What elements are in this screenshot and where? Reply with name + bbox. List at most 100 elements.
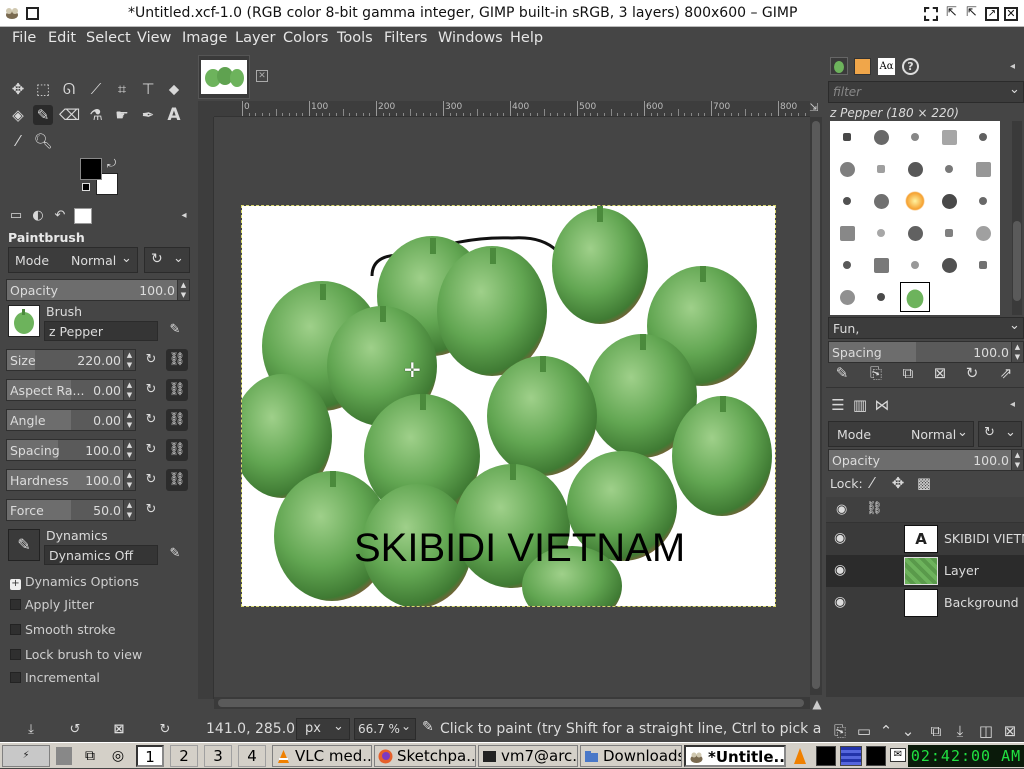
brush-tag-field[interactable]: Fun, ⌄ [828,317,1024,339]
brush-spacing-slider[interactable]: Spacing 100.0 ▲ ▼ [828,341,1024,363]
shade-window-icon[interactable]: ⇱ [966,6,980,20]
brush-cell[interactable] [932,217,966,249]
dynamics-preview[interactable]: ✎ [8,529,40,561]
channels-tab-icon[interactable]: ▥ [850,395,870,415]
layers-tab-icon[interactable]: ☰ [828,395,848,415]
close-window-icon[interactable]: ✕ [1004,7,1018,21]
link-spacing-icon[interactable]: ⛓ [166,439,188,461]
brush-cell[interactable] [966,217,1000,249]
task-downloads[interactable]: Downloads [580,745,682,767]
smooth-stroke-checkbox[interactable]: Smooth stroke [10,622,116,637]
restore-window-icon[interactable]: ⇱ [946,6,960,20]
layer-row-text[interactable]: ◉ A SKIBIDI VIETNA [826,523,1024,555]
brush-cell[interactable] [966,121,1000,153]
spin-icon[interactable]: ▲ ▼ [123,500,135,520]
spin-icon[interactable]: ▲ ▼ [1011,342,1023,362]
spin-icon[interactable]: ▲ ▼ [123,350,135,370]
maximize-window-icon[interactable] [924,7,938,21]
panel-separator[interactable] [826,387,1024,391]
brush-cell[interactable] [932,153,966,185]
lasso-tool-icon[interactable]: ᘏ [59,79,79,99]
tool-options-tab-icon[interactable]: ▭ [6,206,26,226]
window-menu-icon[interactable] [26,7,39,20]
image-tab[interactable] [198,55,250,99]
brush-cell[interactable] [830,185,864,217]
brush-grid[interactable] [830,121,1000,315]
mode-dropdown[interactable]: Mode Normal ⌄ [8,247,138,273]
task-sketchpad[interactable]: Sketchpa... [374,745,476,767]
edit-brush-icon[interactable]: ✎ [832,363,852,383]
rect-select-tool-icon[interactable]: ⬚ [33,79,53,99]
images-tab-icon[interactable] [74,208,92,224]
menu-tools[interactable]: Tools [337,30,373,46]
brush-filter-input[interactable]: filter ⌄ [828,81,1024,103]
brush-grid-scrollbar-thumb[interactable] [1013,221,1021,301]
brush-cell[interactable] [898,249,932,281]
bucket-fill-tool-icon[interactable]: ◈ [8,105,28,125]
brush-cell[interactable] [966,185,1000,217]
delete-tool-preset-icon[interactable]: ⊠ [108,719,130,741]
text-tool-icon[interactable]: A [164,105,184,125]
menu-edit[interactable]: Edit [48,30,76,46]
layer-row-layer[interactable]: ◉ Layer [826,555,1024,587]
color-picker-tool-icon[interactable]: ⁄ [8,131,28,151]
quick-mask-icon[interactable]: ▲ [810,697,824,711]
spin-icon[interactable]: ▲ ▼ [177,280,189,300]
brush-cell[interactable] [932,249,966,281]
paintbrush-tool-icon[interactable]: ✎ [33,105,53,125]
lock-alpha-icon[interactable]: ▩ [914,473,934,493]
eye-icon[interactable]: ◉ [834,530,846,546]
reset-hardness-icon[interactable]: ↻ [140,469,162,491]
apply-jitter-checkbox[interactable]: Apply Jitter [10,597,94,612]
lock-pixels-icon[interactable]: ⁄ [862,473,882,493]
brushes-tab-icon[interactable] [830,57,848,75]
image-canvas[interactable]: SKIBIDI VIETNAM ✛ [241,205,776,607]
new-layer-group-icon[interactable]: ▭ [854,721,874,741]
edit-dynamics-icon[interactable]: ✎ [164,543,186,565]
unit-dropdown[interactable]: px ⌄ [296,718,350,740]
brush-cell[interactable] [830,153,864,185]
link-angle-icon[interactable]: ⛓ [166,409,188,431]
delete-layer-icon[interactable]: ⊠ [1000,721,1020,741]
reset-tool-options-icon[interactable]: ↻ [154,719,176,741]
warp-tool-icon[interactable]: ⬥ [164,79,184,99]
paths-tool-icon[interactable]: ✒ [138,105,158,125]
foreground-color-swatch[interactable] [80,158,102,180]
refresh-brushes-icon[interactable]: ↻ [962,363,982,383]
menu-image[interactable]: Image [182,30,227,46]
vertical-scrollbar[interactable] [810,117,822,695]
hardness-slider[interactable]: Hardness 100.0 ▲ ▼ [6,469,136,491]
start-menu-icon[interactable]: ⚡ [2,745,50,767]
brush-cell[interactable] [898,281,932,313]
workspace-4[interactable]: 4 [238,745,266,767]
reset-size-icon[interactable]: ↻ [140,349,162,371]
patterns-tab-icon[interactable] [854,58,871,75]
duplicate-brush-icon[interactable]: ⧉ [898,363,918,383]
eye-icon[interactable]: ◉ [834,594,846,610]
reset-angle-icon[interactable]: ↻ [140,409,162,431]
undo-history-tab-icon[interactable]: ↶ [50,206,70,226]
task-gimp[interactable]: *Untitle... [684,745,786,767]
dynamics-field[interactable]: Dynamics Off [44,545,158,565]
brush-cell[interactable] [830,121,864,153]
fuzzy-select-tool-icon[interactable]: ⟋ [86,79,106,99]
clock[interactable]: 02:42:00 AM [908,745,1024,767]
brush-cell[interactable] [966,153,1000,185]
brush-preview[interactable] [8,305,40,337]
reset-spacing-icon[interactable]: ↻ [140,439,162,461]
show-desktop-icon[interactable] [56,747,72,765]
resize-window-icon[interactable]: ↗ [985,7,999,21]
menu-filters[interactable]: Filters [384,30,427,46]
eye-icon[interactable]: ◉ [834,562,846,578]
eraser-tool-icon[interactable]: ⌫ [59,105,80,125]
menu-select[interactable]: Select [86,30,131,46]
unified-transform-tool-icon[interactable]: ⊤ [138,79,158,99]
menu-file[interactable]: File [12,30,36,46]
spin-icon[interactable]: ▲ ▼ [123,410,135,430]
link-hardness-icon[interactable]: ⛓ [166,469,188,491]
new-brush-icon[interactable]: ⎘ [866,363,886,383]
edit-brush-icon[interactable]: ✎ [164,319,186,341]
brush-cell[interactable] [932,121,966,153]
reset-force-icon[interactable]: ↻ [140,499,162,521]
incremental-checkbox[interactable]: Incremental [10,670,100,685]
